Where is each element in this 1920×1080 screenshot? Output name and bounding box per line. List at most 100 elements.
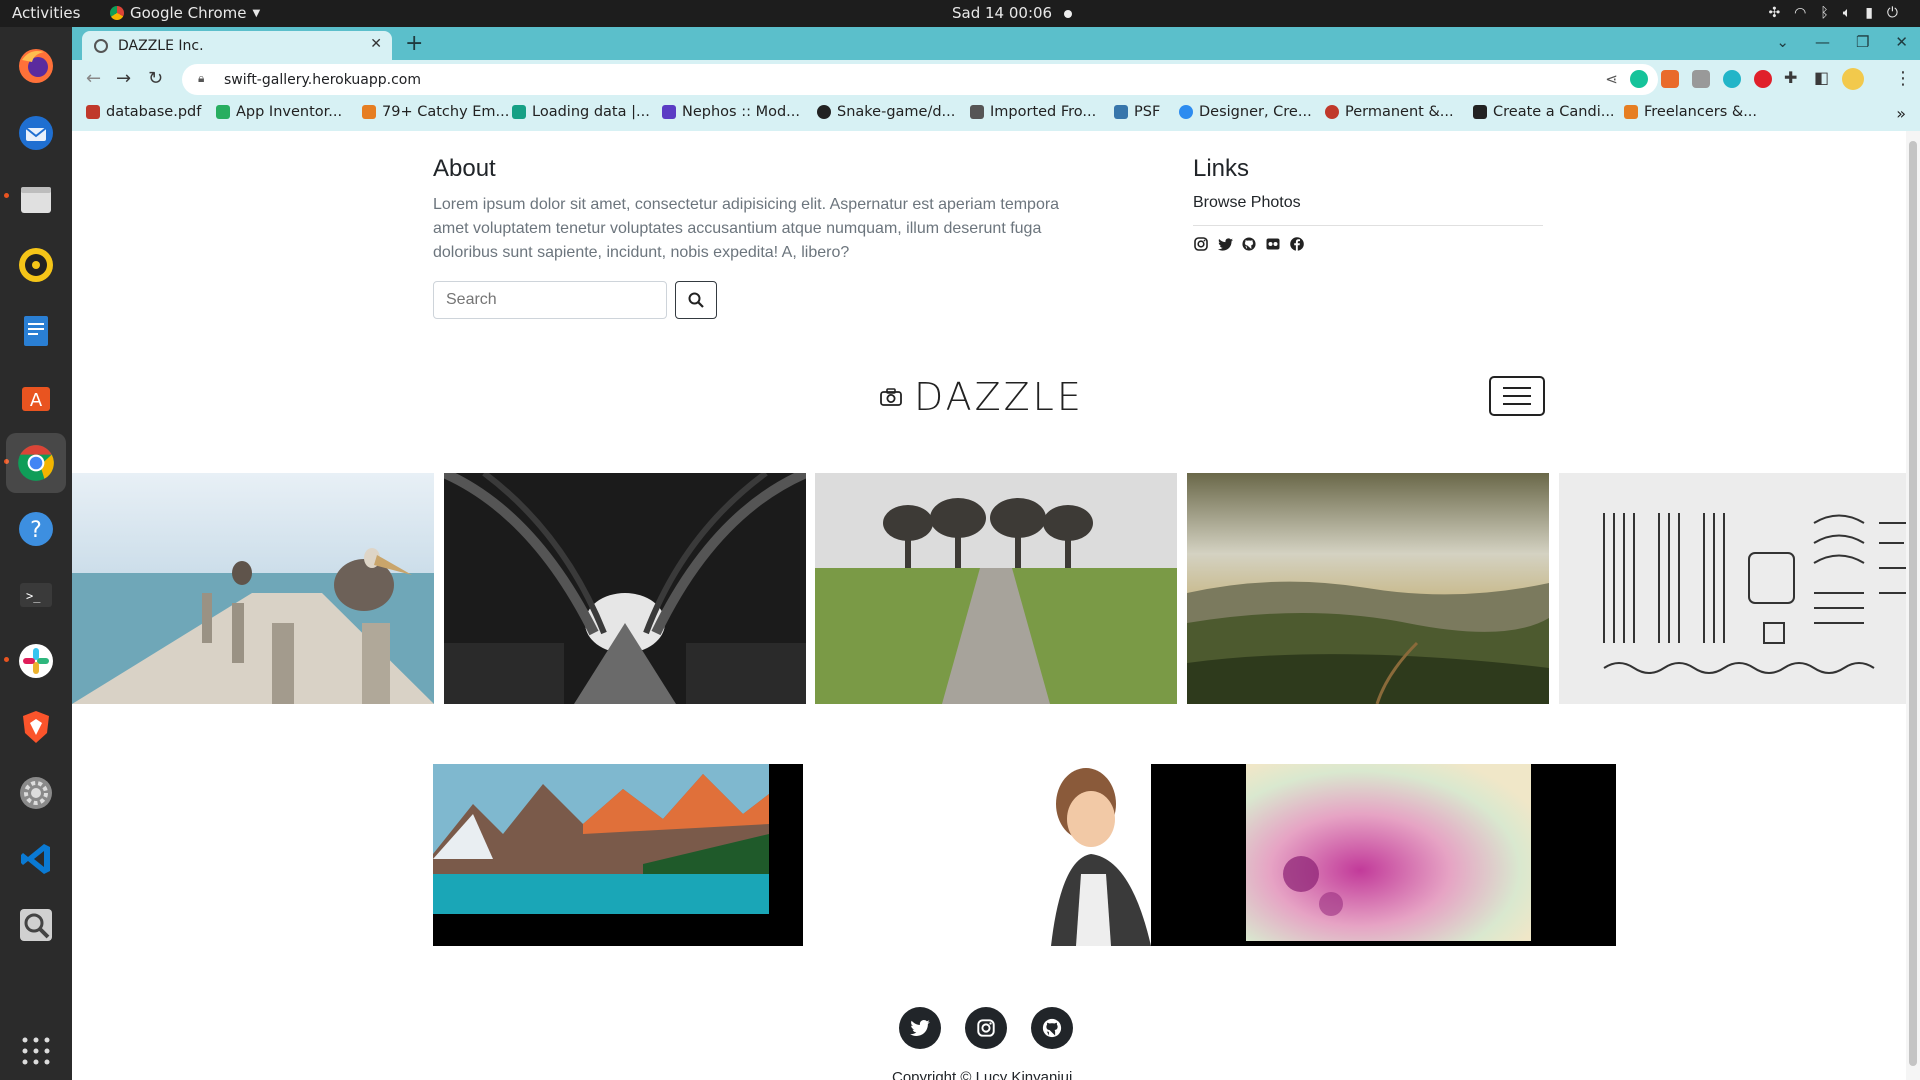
svg-text:>_: >_	[26, 589, 41, 603]
address-bar[interactable]: 🔒︎ swift-gallery.herokuapp.com ⋖ ☆	[182, 64, 1658, 95]
clock[interactable]: Sad 14 00:06	[952, 4, 1073, 22]
bookmark-item[interactable]: 79+ Catchy Em...	[362, 104, 509, 120]
instagram-icon[interactable]	[1193, 236, 1209, 252]
minimize-button[interactable]: —	[1815, 33, 1830, 51]
bookmark-item[interactable]: Freelancers &...	[1624, 104, 1757, 120]
gallery-photo-hills[interactable]	[1187, 473, 1549, 704]
hamburger-line	[1503, 403, 1531, 405]
files-icon[interactable]	[12, 175, 60, 223]
magnifier-icon[interactable]	[12, 901, 60, 949]
help-icon[interactable]: ?	[12, 505, 60, 553]
twitter-icon[interactable]	[1217, 236, 1233, 252]
bookmark-label: Snake-game/d...	[837, 104, 956, 120]
bookmark-item[interactable]: Create a Candi...	[1473, 104, 1615, 120]
app-menu[interactable]: Google Chrome ▼	[110, 4, 260, 22]
slack-icon[interactable]	[12, 637, 60, 685]
bookmark-item[interactable]: Snake-game/d...	[817, 104, 955, 120]
window-controls: ⌄ — ❐ ✕	[1776, 33, 1908, 51]
extension-grey-icon[interactable]	[1692, 70, 1710, 88]
brand-logo[interactable]: DAZZLE	[880, 375, 1084, 419]
bookmark-item[interactable]: App Inventor...	[216, 104, 342, 120]
apps-grid-icon[interactable]	[12, 1027, 60, 1075]
new-tab-button[interactable]: +	[405, 31, 423, 56]
more-bookmarks-icon[interactable]: »	[1896, 104, 1906, 123]
gallery-photo-pelican[interactable]	[72, 473, 434, 704]
svg-text:?: ?	[30, 518, 42, 543]
bookmark-item[interactable]: Imported Fro...	[970, 104, 1096, 120]
side-panel-icon[interactable]: ◧	[1814, 68, 1829, 87]
bookmark-label: Permanent &...	[1345, 104, 1454, 120]
thunderbird-icon[interactable]	[12, 109, 60, 157]
bookmark-item[interactable]: Permanent &...	[1325, 104, 1454, 120]
software-icon[interactable]: A	[12, 373, 60, 421]
extension-orange-icon[interactable]	[1661, 70, 1679, 88]
tab-active[interactable]: DAZZLE Inc. ✕	[82, 31, 392, 60]
site-icon	[1179, 105, 1193, 119]
github-icon[interactable]	[1241, 236, 1257, 252]
bookmark-item[interactable]: Loading data |...	[512, 104, 650, 120]
svg-text:A: A	[30, 390, 43, 411]
rhythmbox-icon[interactable]	[12, 241, 60, 289]
extension-teal-icon[interactable]	[1723, 70, 1741, 88]
navbar-toggler-button[interactable]	[1489, 376, 1545, 416]
search-input[interactable]	[433, 281, 667, 319]
restore-button[interactable]: ❐	[1856, 33, 1869, 51]
share-icon[interactable]: ⋖	[1605, 70, 1618, 88]
bookmark-label: Create a Candi...	[1493, 104, 1615, 120]
search-button[interactable]	[675, 281, 717, 319]
flickr-icon[interactable]	[1265, 236, 1281, 252]
bookmark-label: Imported Fro...	[990, 104, 1097, 120]
gallery-photo-cartoon-abstract[interactable]	[1031, 764, 1616, 946]
pdf-icon	[86, 105, 100, 119]
bookmark-item[interactable]: PSF	[1114, 104, 1160, 120]
activities-button[interactable]: Activities	[12, 4, 80, 22]
close-tab-icon[interactable]: ✕	[370, 36, 382, 52]
close-window-button[interactable]: ✕	[1895, 33, 1908, 51]
globe-icon	[94, 38, 108, 53]
site-icon	[1473, 105, 1487, 119]
tab-search-icon[interactable]: ⌄	[1776, 33, 1789, 51]
bookmark-item[interactable]: database.pdf	[86, 104, 201, 120]
gallery-photo-mountain-lake[interactable]	[433, 764, 803, 946]
menu-kebab-icon[interactable]: ⋮	[1894, 68, 1912, 89]
bookmark-label: Loading data |...	[532, 104, 650, 120]
social-links	[1193, 236, 1305, 252]
reload-button[interactable]: ↻	[148, 68, 163, 89]
gallery-photo-typewriter-parts[interactable]	[1559, 473, 1920, 704]
power-icon: ⏻	[1886, 5, 1898, 21]
system-tray[interactable]: ✣ ◠ ᛒ 🔈︎ ▮ ⏻	[1768, 5, 1898, 21]
terminal-icon[interactable]: >_	[12, 571, 60, 619]
app-name: Google Chrome	[130, 4, 247, 22]
gallery-photo-field-path[interactable]	[815, 473, 1177, 704]
extensions-puzzle-icon[interactable]: ✚	[1784, 68, 1797, 87]
system-top-bar: Activities Google Chrome ▼ Sad 14 00:06 …	[0, 0, 1920, 27]
forward-button[interactable]: →	[116, 68, 131, 89]
twitter-icon[interactable]	[899, 1007, 941, 1049]
bookmark-item[interactable]: Nephos :: Mod...	[662, 104, 800, 120]
profile-avatar[interactable]	[1842, 68, 1864, 90]
bookmark-label: Nephos :: Mod...	[682, 104, 800, 120]
grammarly-icon[interactable]	[1630, 70, 1648, 88]
browser-toolbar: ← → ↻ 🔒︎ swift-gallery.herokuapp.com ⋖ ☆…	[72, 60, 1920, 99]
github-icon	[817, 105, 831, 119]
app-inventor-icon	[216, 105, 230, 119]
bookmark-label: Freelancers &...	[1644, 104, 1758, 120]
search-icon	[688, 292, 704, 308]
opera-vpn-icon[interactable]	[1754, 70, 1772, 88]
gallery-photo-tree-tunnel[interactable]	[444, 473, 806, 704]
scrollbar-thumb[interactable]	[1909, 141, 1917, 1066]
brave-icon[interactable]	[12, 703, 60, 751]
browse-photos-link[interactable]: Browse Photos	[1193, 194, 1301, 212]
bookmark-item[interactable]: Designer, Cre...	[1179, 104, 1312, 120]
settings-icon[interactable]	[12, 769, 60, 817]
camera-icon	[880, 388, 902, 406]
chrome-icon[interactable]	[6, 433, 66, 493]
back-button[interactable]: ←	[86, 68, 101, 89]
firefox-icon[interactable]	[12, 42, 60, 90]
vscode-icon[interactable]	[12, 835, 60, 883]
writer-icon[interactable]	[12, 307, 60, 355]
github-icon[interactable]	[1031, 1007, 1073, 1049]
instagram-icon[interactable]	[965, 1007, 1007, 1049]
facebook-icon[interactable]	[1289, 236, 1305, 252]
page-scrollbar[interactable]	[1906, 131, 1920, 1080]
